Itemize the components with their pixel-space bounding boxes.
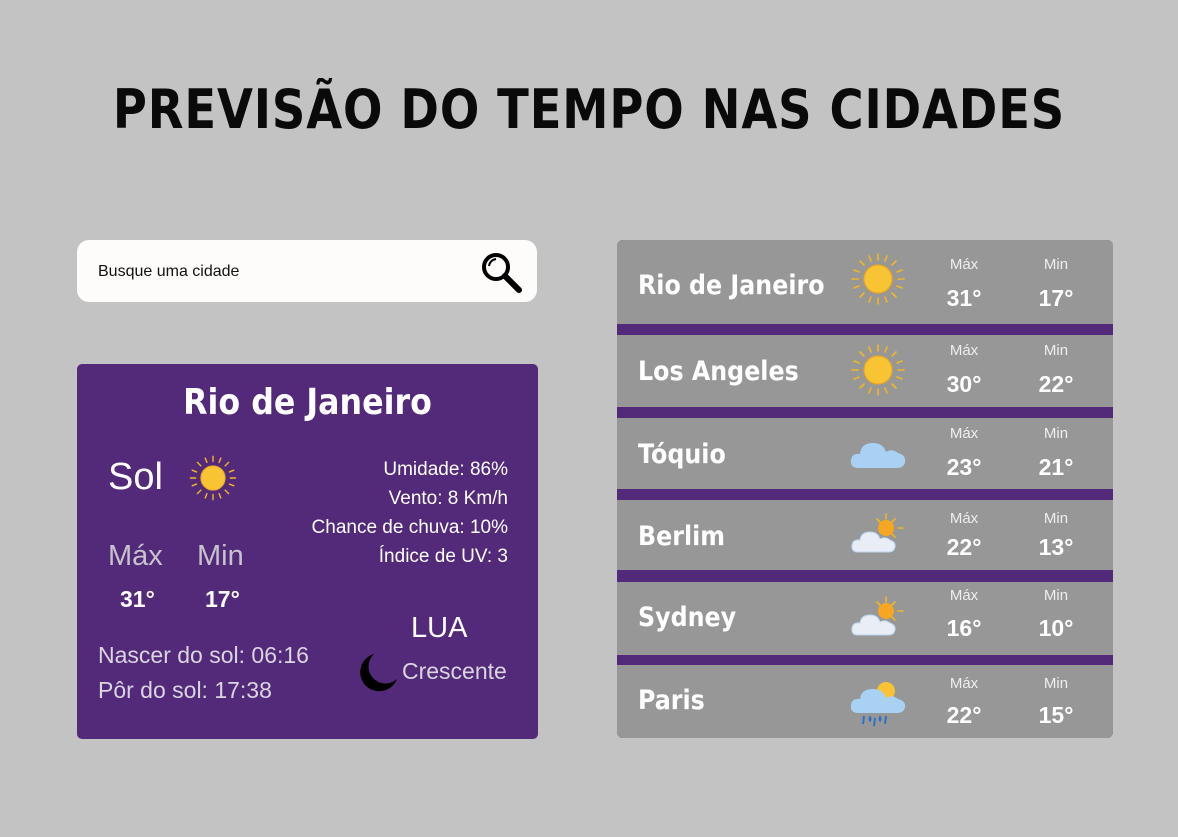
sunrise: Nascer do sol: 06:16 [98, 642, 309, 668]
forecast-min-value: 22° [1038, 371, 1074, 397]
current-details: Umidade: 86% Vento: 8 Km/h Chance de chu… [312, 455, 508, 571]
current-weather-card: Rio de Janeiro Sol Máx Min 31° 17° Umida… [77, 364, 538, 739]
forecast-city: Rio de Janeiro [638, 270, 825, 301]
forecast-min-label: Min [1043, 675, 1069, 692]
forecast-max-label: Máx [949, 425, 979, 442]
forecast-row[interactable]: Los Angeles Máx Min 30° 22° [617, 335, 1113, 407]
sun-icon [187, 452, 239, 504]
forecast-min-value: 21° [1038, 454, 1074, 480]
forecast-max-label: Máx [949, 342, 979, 359]
moon-phase: Crescente [402, 658, 507, 684]
rain-chance: Chance de chuva: 10% [311, 517, 508, 538]
humidity: Umidade: 86% [383, 459, 508, 480]
forecast-row[interactable]: Paris Máx Min 22° 15° [617, 665, 1113, 738]
forecast-max-label: Máx [949, 256, 979, 273]
forecast-city: Berlim [638, 521, 725, 552]
forecast-city: Sydney [638, 602, 737, 633]
forecast-max-value: 16° [946, 615, 982, 641]
forecast-min-label: Min [1043, 425, 1069, 442]
current-min-value: 17° [205, 586, 240, 612]
sunset: Pôr do sol: 17:38 [98, 677, 272, 703]
forecast-min-label: Min [1043, 510, 1069, 527]
forecast-max-label: Máx [949, 675, 979, 692]
page-title: PREVISÃO DO TEMPO NAS CIDADES [112, 78, 1066, 141]
current-condition: Sol [108, 456, 163, 498]
current-max-value: 31° [120, 586, 155, 612]
moon-title: LUA [411, 612, 468, 644]
forecast-max-value: 22° [946, 702, 982, 728]
wind: Vento: 8 Km/h [388, 488, 508, 509]
forecast-list: Rio de Janeiro Máx Min 31° 17° Los Angel… [617, 240, 1113, 738]
search-box [77, 240, 537, 302]
forecast-city: Tóquio [638, 439, 726, 470]
current-city: Rio de Janeiro [183, 382, 432, 423]
partly-cloudy-icon [848, 508, 908, 562]
forecast-row[interactable]: Berlim Máx Min 22° 13° [617, 500, 1113, 570]
current-max-label: Máx [108, 540, 163, 572]
forecast-min-value: 10° [1038, 615, 1074, 641]
forecast-max-label: Máx [949, 587, 979, 604]
forecast-max-value: 30° [946, 371, 982, 397]
forecast-min-label: Min [1043, 587, 1069, 604]
search-icon[interactable] [479, 250, 523, 294]
forecast-min-label: Min [1043, 256, 1069, 273]
partly-cloudy-icon [848, 591, 908, 645]
forecast-row[interactable]: Rio de Janeiro Máx Min 31° 17° [617, 240, 1113, 324]
sun-icon [848, 252, 908, 306]
crescent-moon-icon [360, 654, 397, 692]
forecast-max-value: 31° [946, 285, 982, 311]
search-input[interactable] [96, 258, 460, 286]
forecast-row[interactable]: Sydney Máx Min 16° 10° [617, 582, 1113, 655]
forecast-city: Paris [638, 685, 705, 716]
sun-icon [848, 343, 908, 397]
forecast-max-label: Máx [949, 510, 979, 527]
forecast-min-value: 17° [1038, 285, 1074, 311]
sun-times: Nascer do sol: 06:16 Pôr do sol: 17:38 [98, 638, 309, 708]
forecast-row[interactable]: Tóquio Máx Min 23° 21° [617, 418, 1113, 489]
forecast-min-value: 15° [1038, 702, 1074, 728]
cloud-icon [848, 426, 908, 480]
rain-icon [848, 675, 908, 729]
forecast-min-value: 13° [1038, 534, 1074, 560]
forecast-city: Los Angeles [638, 356, 799, 387]
forecast-max-value: 22° [946, 534, 982, 560]
forecast-min-label: Min [1043, 342, 1069, 359]
uv-index: Índice de UV: 3 [378, 546, 508, 567]
current-min-label: Min [197, 540, 244, 572]
forecast-max-value: 23° [946, 454, 982, 480]
